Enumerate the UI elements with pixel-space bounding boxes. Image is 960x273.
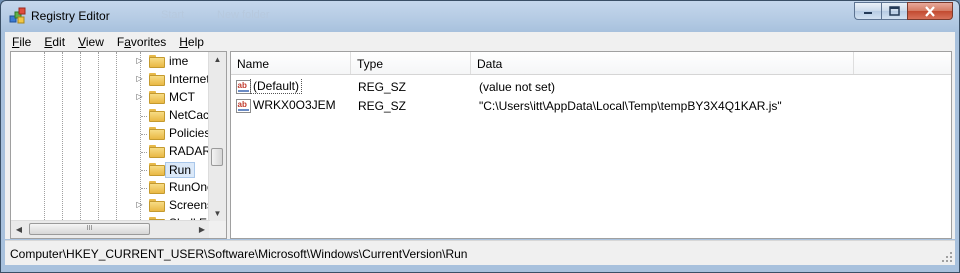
scroll-down-arrow-icon[interactable]: ▼ <box>209 206 226 222</box>
value-name-cell: ab (Default) <box>231 79 351 94</box>
folder-icon <box>149 55 165 68</box>
client-area: ▷ ime ▷ Internet ▷ MCT NetCache Policies RADAR Ru… <box>5 51 955 239</box>
tree-node-label: Policies <box>169 126 211 140</box>
tree-node[interactable]: Policies <box>11 125 210 143</box>
menu-view-label: iew <box>85 34 104 49</box>
background-ghost-text: Start <box>161 9 185 21</box>
tree-node[interactable]: RunOnce <box>11 179 220 197</box>
expand-arrow-icon[interactable]: ▷ <box>135 92 144 101</box>
tree-node-label: ime <box>169 54 189 68</box>
value-type: REG_SZ <box>358 98 407 113</box>
menu-view-mnemonic: V <box>78 34 86 49</box>
tree-horizontal-scrollbar[interactable]: ◀ III ▶ <box>11 220 210 238</box>
string-value-icon: ab <box>236 79 251 94</box>
tree-node-label: MCT <box>169 90 195 104</box>
key-tree-pane[interactable]: ▷ ime ▷ Internet ▷ MCT NetCache Policies RADAR Ru… <box>10 51 227 239</box>
menu-help-mnemonic: H <box>179 34 188 49</box>
menu-edit[interactable]: Edit <box>37 35 71 49</box>
expand-arrow-icon[interactable]: ▷ <box>135 56 144 65</box>
scroll-right-arrow-icon[interactable]: ▶ <box>194 221 210 238</box>
resize-grip-icon[interactable] <box>941 251 953 263</box>
tree-node-label: Internet <box>169 72 210 86</box>
registry-editor-window: Registry Editor Start New folder File Ed… <box>0 0 960 273</box>
current-key-path: Computer\HKEY_CURRENT_USER\Software\Micr… <box>10 247 468 261</box>
folder-icon <box>149 199 165 212</box>
column-header-type[interactable]: Type <box>351 52 471 74</box>
tree-node[interactable]: NetCache <box>11 107 222 125</box>
folder-icon <box>149 73 165 86</box>
menu-view[interactable]: View <box>71 35 110 49</box>
svg-text:ab: ab <box>238 100 247 109</box>
value-row[interactable]: ab WRKX0O3JEM REG_SZ "C:\Users\itt\AppData\… <box>231 96 951 115</box>
svg-text:ab: ab <box>238 81 247 90</box>
tree-connector <box>141 116 147 117</box>
background-ghost-text: New folder <box>217 9 270 21</box>
window-controls <box>854 2 953 20</box>
tree-node[interactable]: ▷ Internet <box>11 71 210 89</box>
menu-help-label: elp <box>187 34 204 49</box>
folder-icon <box>149 163 165 176</box>
menu-favorites-mnemonic: a <box>124 34 131 49</box>
status-bar: Computer\HKEY_CURRENT_USER\Software\Micr… <box>5 240 955 265</box>
menu-help[interactable]: Help <box>172 35 210 49</box>
tree-connector <box>141 134 147 135</box>
close-button[interactable] <box>907 2 953 20</box>
tree-node-label: RADAR <box>169 144 212 158</box>
close-icon <box>925 5 935 17</box>
expand-arrow-icon[interactable]: ▷ <box>135 200 144 209</box>
scroll-up-arrow-icon[interactable]: ▲ <box>209 52 226 68</box>
window-title: Registry Editor <box>31 9 110 23</box>
value-type: REG_SZ <box>358 79 407 94</box>
column-header-data[interactable]: Data <box>471 52 854 74</box>
minimize-icon <box>864 12 872 14</box>
menu-favorites-label: vorites <box>130 34 167 49</box>
menu-edit-label: dit <box>52 34 66 49</box>
tree-connector <box>141 188 147 189</box>
value-row[interactable]: ab (Default) REG_SZ (value not set) <box>231 77 951 96</box>
value-data: "C:\Users\itt\AppData\Local\Temp\tempBY3… <box>479 98 782 113</box>
value-name: WRKX0O3JEM <box>253 98 336 113</box>
tree-node[interactable]: ▷ MCT <box>11 89 210 107</box>
scroll-left-arrow-icon[interactable]: ◀ <box>11 221 27 238</box>
maximize-icon <box>889 6 900 16</box>
scrollbar-corner <box>209 221 226 238</box>
folder-icon <box>149 91 165 104</box>
folder-icon <box>149 109 165 122</box>
column-header-name[interactable]: Name <box>231 52 351 74</box>
tree-node[interactable]: Run <box>11 161 210 179</box>
folder-icon <box>149 181 165 194</box>
tree-vertical-scrollbar[interactable]: ▲ ▼ <box>208 52 226 222</box>
expand-arrow-icon[interactable]: ▷ <box>135 74 144 83</box>
tree-node[interactable]: RADAR <box>11 143 212 161</box>
scroll-grip-icon: III <box>86 225 93 232</box>
tree-node[interactable]: ▷ ime <box>11 53 210 71</box>
tree-hscroll-thumb[interactable]: III <box>29 223 150 235</box>
tree-vscroll-thumb[interactable] <box>211 148 223 166</box>
value-name: (Default) <box>250 79 303 94</box>
tree-connector <box>141 152 147 153</box>
value-name-cell: ab WRKX0O3JEM <box>231 98 351 113</box>
value-data: (value not set) <box>479 79 556 94</box>
title-bar[interactable]: Registry Editor Start New folder <box>1 1 959 31</box>
string-value-icon: ab <box>236 98 251 113</box>
values-list-pane[interactable]: Name Type Data ab (Default) REG_SZ (value n… <box>230 51 952 239</box>
folder-icon <box>149 127 165 140</box>
tree-node-label: Run <box>165 162 196 178</box>
list-header: Name Type Data <box>231 52 951 75</box>
folder-icon <box>149 145 165 158</box>
menu-file[interactable]: File <box>5 35 37 49</box>
tree-connector <box>141 170 147 171</box>
menu-favorites[interactable]: Favorites <box>110 35 172 49</box>
tree-node[interactable]: ▷Screensavers <box>11 197 226 215</box>
minimize-button[interactable] <box>854 2 881 20</box>
maximize-button[interactable] <box>881 2 907 20</box>
menu-bar: File Edit View Favorites Help <box>5 32 955 52</box>
menu-file-label: ile <box>19 34 32 49</box>
registry-editor-app-icon <box>9 7 26 24</box>
